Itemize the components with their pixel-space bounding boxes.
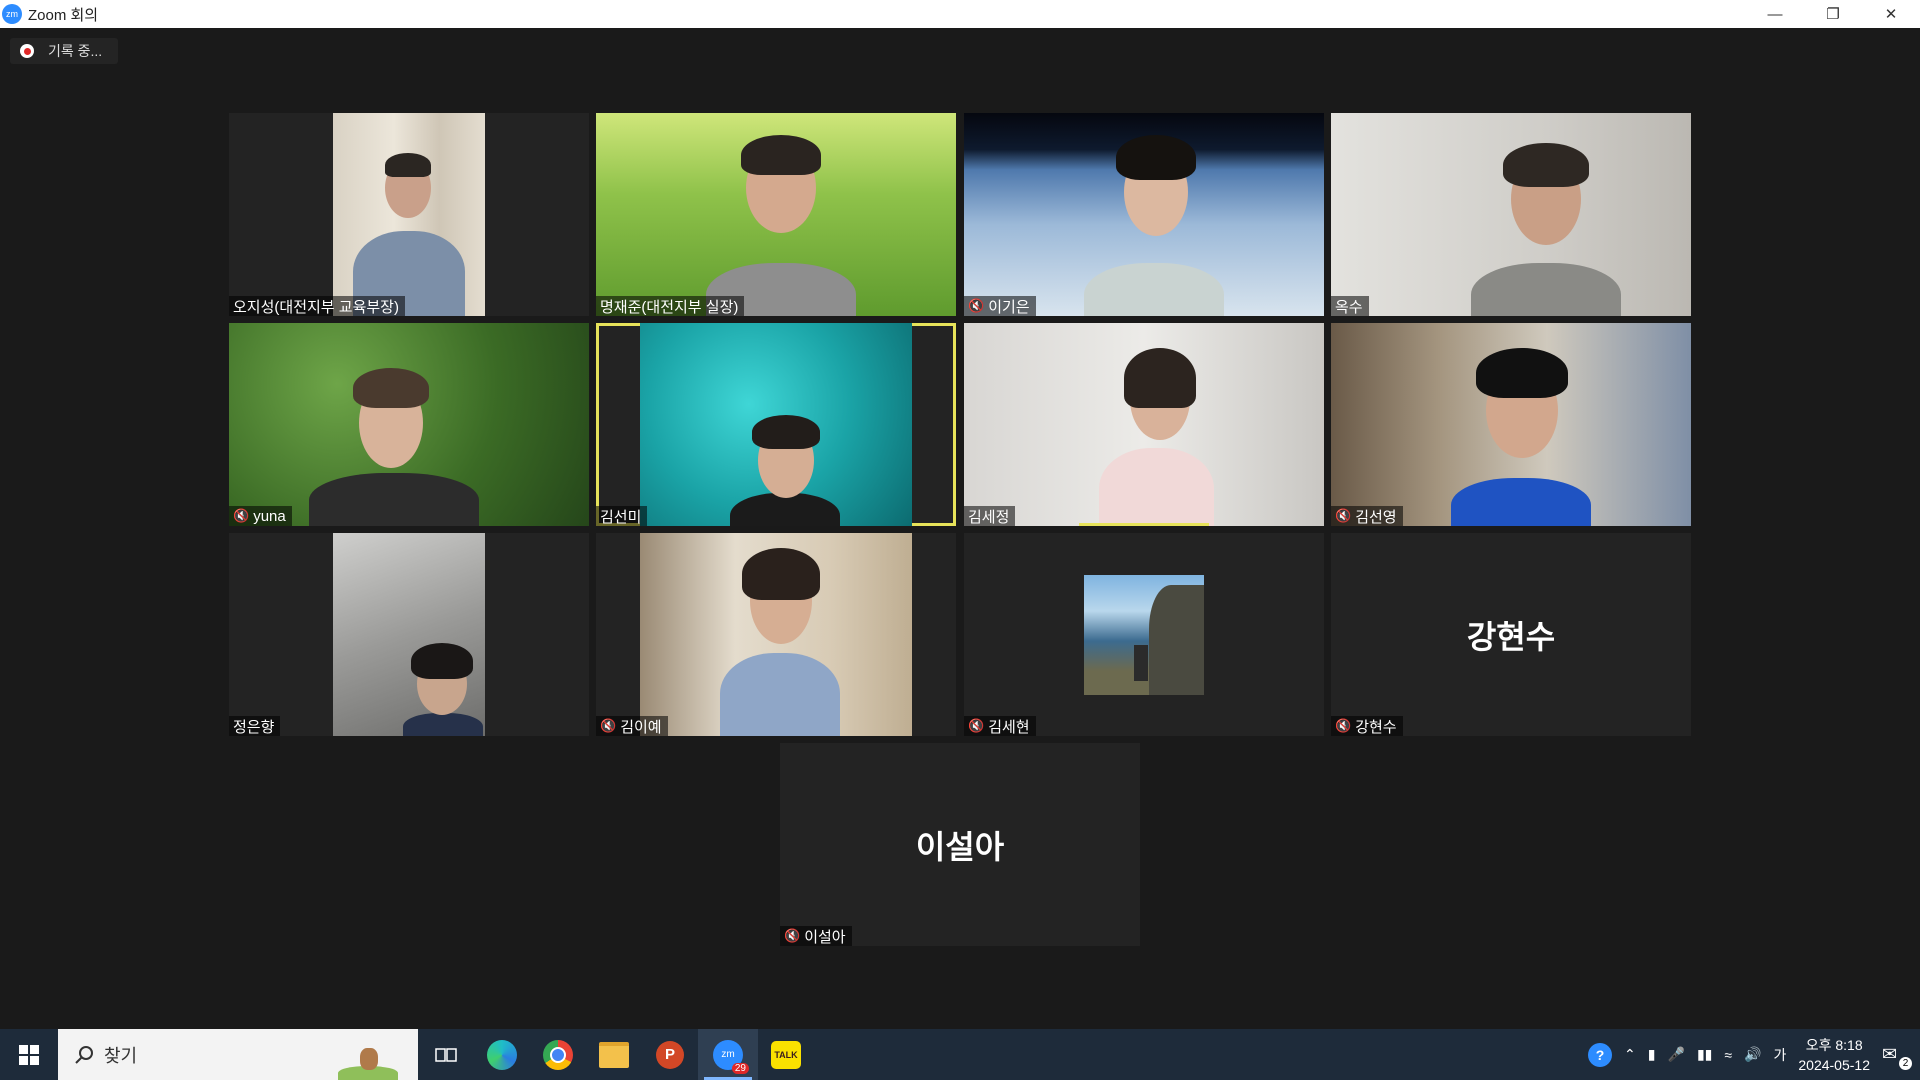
participant-video [640,323,912,526]
zoom-icon: zm 29 [713,1039,749,1074]
participant-name-label: 정은향 [229,716,281,736]
participant-name-label: 옥수 [1331,296,1369,316]
window-controls: — ❐ ✕ [1746,0,1920,28]
video-tile-active-speaker[interactable]: 김선미 [596,323,956,526]
profile-picture [1084,575,1204,695]
participant-name-label: 🔇 김선영 [1331,506,1403,526]
video-tile[interactable]: 강현수 🔇 강현수 [1331,533,1691,736]
search-icon [75,1045,93,1064]
participant-name-label: 🔇 이설아 [780,926,852,946]
restore-button[interactable]: ❐ [1804,0,1862,28]
start-button[interactable] [0,1029,58,1080]
title-bar: zm Zoom 회의 — ❐ ✕ [0,0,1920,28]
windows-logo-icon [19,1044,39,1065]
wifi-icon[interactable]: ≈ [1724,1047,1732,1063]
battery-icon[interactable]: ▮▮ [1697,1046,1712,1063]
participant-video [596,113,956,316]
folder-icon [599,1041,629,1068]
edge-icon [487,1039,517,1070]
chevron-up-icon[interactable]: ⌃ [1624,1046,1636,1063]
participant-display-name: 이설아 [915,828,1005,865]
participant-video [333,113,485,316]
zoom-logo-icon: zm [2,4,22,24]
notification-count-badge: 2 [1899,1056,1912,1070]
mic-muted-icon: 🔇 [784,928,801,943]
participant-video [1331,113,1691,316]
video-tile[interactable]: 명재준(대전지부 실장) [596,113,956,316]
close-button[interactable]: ✕ [1862,0,1920,28]
mic-muted-icon: 🔇 [1335,508,1352,523]
powerpoint-taskbar-button[interactable]: P [642,1029,698,1080]
participant-name-label: 🔇 김세현 [964,716,1036,736]
participant-video [1331,323,1691,526]
kakaotalk-taskbar-button[interactable]: TALK [758,1029,814,1080]
zoom-taskbar-button[interactable]: zm 29 [698,1029,758,1080]
participant-video [964,323,1324,526]
video-tile[interactable]: 🔇 김이예 [596,533,956,736]
video-tile[interactable]: 오지성(대전지부 교육부장) [229,113,589,316]
participant-video [964,113,1324,316]
participant-name-label: 🔇 김이예 [596,716,668,736]
clock[interactable]: 오후 8:18 2024-05-12 [1798,1035,1870,1075]
participant-name-label: 🔇 강현수 [1331,716,1403,736]
participant-name-label: 명재준(대전지부 실장) [596,296,745,316]
clock-date: 2024-05-12 [1798,1056,1870,1073]
participant-video [640,533,912,736]
record-icon [20,44,34,58]
mic-muted-icon: 🔇 [600,718,617,733]
minimize-button[interactable]: — [1746,0,1804,28]
participant-name-label: 김세정 [964,506,1016,526]
participant-display-name: 강현수 [1466,618,1556,655]
taskbar-search-box[interactable]: 찾기 [58,1029,418,1080]
mic-muted-icon: 🔇 [968,298,985,313]
powerpoint-icon: P [656,1040,684,1069]
mic-muted-icon: 🔇 [968,718,985,733]
participant-name-label: 🔇 yuna [229,506,292,526]
help-icon[interactable]: ? [1588,1042,1613,1067]
volume-icon[interactable]: 🔊 [1744,1046,1761,1063]
participant-name-label: 김선미 [596,506,648,526]
file-explorer-taskbar-button[interactable] [586,1029,642,1080]
video-tile[interactable]: 🔇 이기은 [964,113,1324,316]
task-view-icon [435,1047,457,1062]
participant-name-label: 오지성(대전지부 교육부장) [229,296,405,316]
taskbar: 찾기 P zm 29 TALK ? ⌃ ▮ 🎤 ▮▮ ≈ 🔊 가 오후 8:18… [0,1029,1920,1080]
zoom-notification-badge: 29 [731,1062,749,1074]
participant-video [229,323,589,526]
speaking-indicator [1079,523,1209,526]
video-tile[interactable]: 옥수 [1331,113,1691,316]
task-view-button[interactable] [418,1029,474,1080]
chrome-taskbar-button[interactable] [530,1029,586,1080]
mic-muted-icon: 🔇 [1335,718,1352,733]
ime-indicator[interactable]: 가 [1773,1045,1786,1065]
chrome-icon [543,1039,573,1070]
search-highlight-deer-icon [338,1040,398,1080]
participant-name-label: 🔇 이기은 [964,296,1036,316]
microphone-icon[interactable]: 🎤 [1668,1046,1685,1063]
search-placeholder: 찾기 [104,1045,138,1066]
clock-time: 오후 8:18 [1805,1036,1863,1053]
system-tray: ? ⌃ ▮ 🎤 ▮▮ ≈ 🔊 가 오후 8:18 2024-05-12 ✉ 2 [1588,1029,1920,1080]
edge-taskbar-button[interactable] [474,1029,530,1080]
participant-video [333,533,485,736]
kakaotalk-icon: TALK [771,1040,801,1069]
meeting-view: 기록 중... 오지성(대전지부 교육부장) 명재준(대전지부 실장) 🔇 이기은 [0,28,1920,1029]
video-tile[interactable]: 정은향 [229,533,589,736]
notification-center-button[interactable]: ✉ 2 [1882,1043,1912,1070]
window-title: Zoom 회의 [28,6,99,24]
recording-indicator[interactable]: 기록 중... [10,38,119,64]
video-tile[interactable]: 🔇 김선영 [1331,323,1691,526]
meet-now-icon[interactable]: ▮ [1648,1046,1656,1063]
video-tile[interactable]: 🔇 김세현 [964,533,1324,736]
notification-icon: ✉ [1882,1043,1898,1064]
video-tile[interactable]: 이설아 🔇 이설아 [780,743,1140,946]
recording-label: 기록 중... [48,43,103,59]
video-tile[interactable]: 김세정 [964,323,1324,526]
mic-muted-icon: 🔇 [233,508,250,523]
video-tile[interactable]: 🔇 yuna [229,323,589,526]
